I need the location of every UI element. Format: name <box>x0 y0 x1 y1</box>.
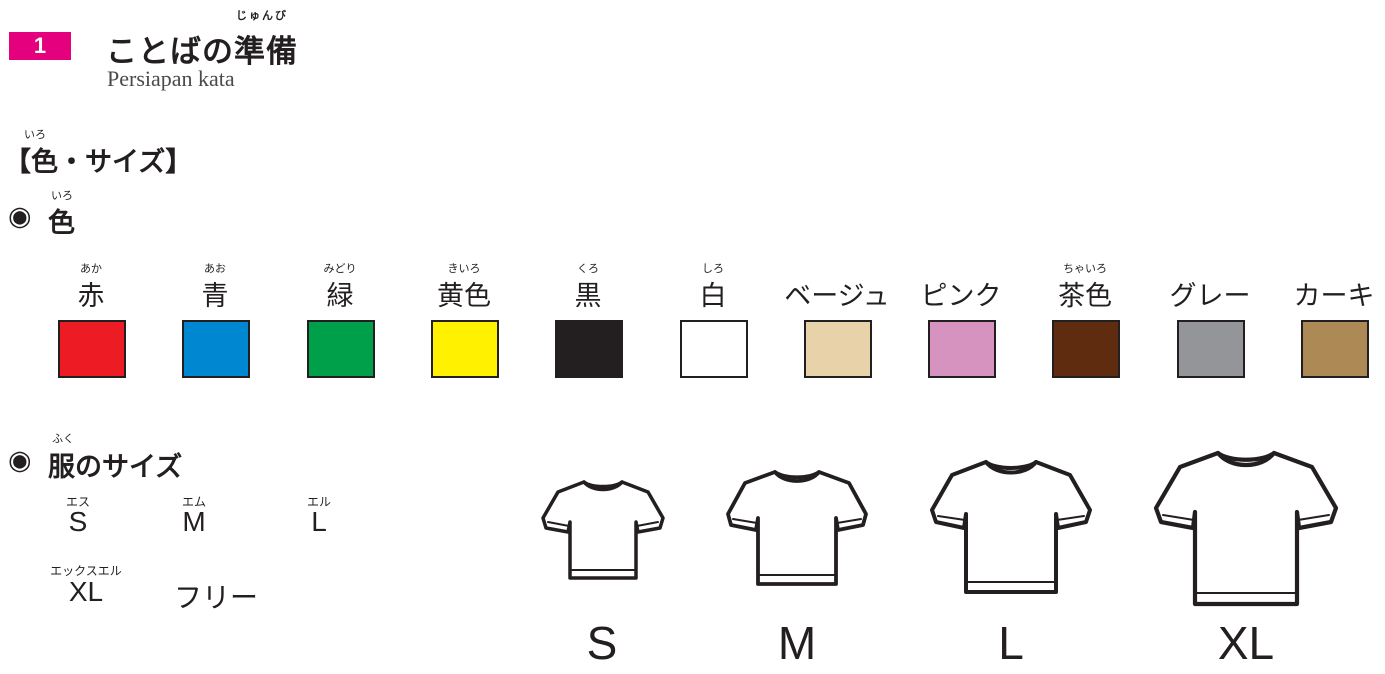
color-swatch <box>804 320 872 378</box>
color-name: 赤 <box>77 281 105 312</box>
color-swatch <box>307 320 375 378</box>
size-label-free: フリー <box>173 582 258 613</box>
color-swatch <box>182 320 250 378</box>
page-title: ことばの準備 <box>106 34 298 70</box>
color-swatch <box>1177 320 1245 378</box>
color-swatch <box>58 320 126 378</box>
color-name: 茶色 <box>1058 281 1112 312</box>
tshirt-l-icon <box>930 460 1092 594</box>
color-swatch <box>928 320 996 378</box>
sizes-bullet-icon: ◉ <box>8 445 32 476</box>
tshirt-m-icon <box>726 470 868 586</box>
size-label-m: M <box>182 506 206 537</box>
color-swatch <box>431 320 499 378</box>
color-swatch <box>1052 320 1120 378</box>
color-name: 白 <box>699 281 727 312</box>
size-label-xl: XL <box>68 576 104 607</box>
lesson-number-badge: 1 <box>9 32 71 60</box>
color-name: 黒 <box>574 281 602 312</box>
title-ruby: じゅんび <box>236 9 288 22</box>
size-label-l: L <box>311 506 327 537</box>
colors-bullet-icon: ◉ <box>8 201 32 232</box>
sizes-heading: 服のサイズ <box>48 452 183 483</box>
color-swatch <box>680 320 748 378</box>
color-name: 青 <box>201 281 229 312</box>
tshirt-label-l: L <box>998 617 1024 669</box>
color-name: ピンク <box>920 281 1002 312</box>
tshirt-label-s: S <box>586 617 618 669</box>
size-label-s: S <box>68 506 88 537</box>
color-name: カーキ <box>1293 281 1375 312</box>
color-name: グレー <box>1169 281 1251 312</box>
page-subtitle: Persiapan kata <box>107 66 235 91</box>
section-heading: 【色・サイズ】 <box>4 147 193 178</box>
color-name: ベージュ <box>784 281 890 312</box>
color-swatch <box>1301 320 1369 378</box>
colors-heading: 色 <box>48 208 75 239</box>
tshirt-xl-icon <box>1153 450 1339 607</box>
color-swatch <box>555 320 623 378</box>
color-name: 緑 <box>326 281 354 312</box>
tshirt-label-xl: XL <box>1217 617 1275 669</box>
sizes-heading-ruby: ふく <box>52 432 74 445</box>
color-name: 黄色 <box>437 281 491 312</box>
tshirt-label-m: M <box>777 617 817 669</box>
tshirt-s-icon <box>541 480 665 580</box>
